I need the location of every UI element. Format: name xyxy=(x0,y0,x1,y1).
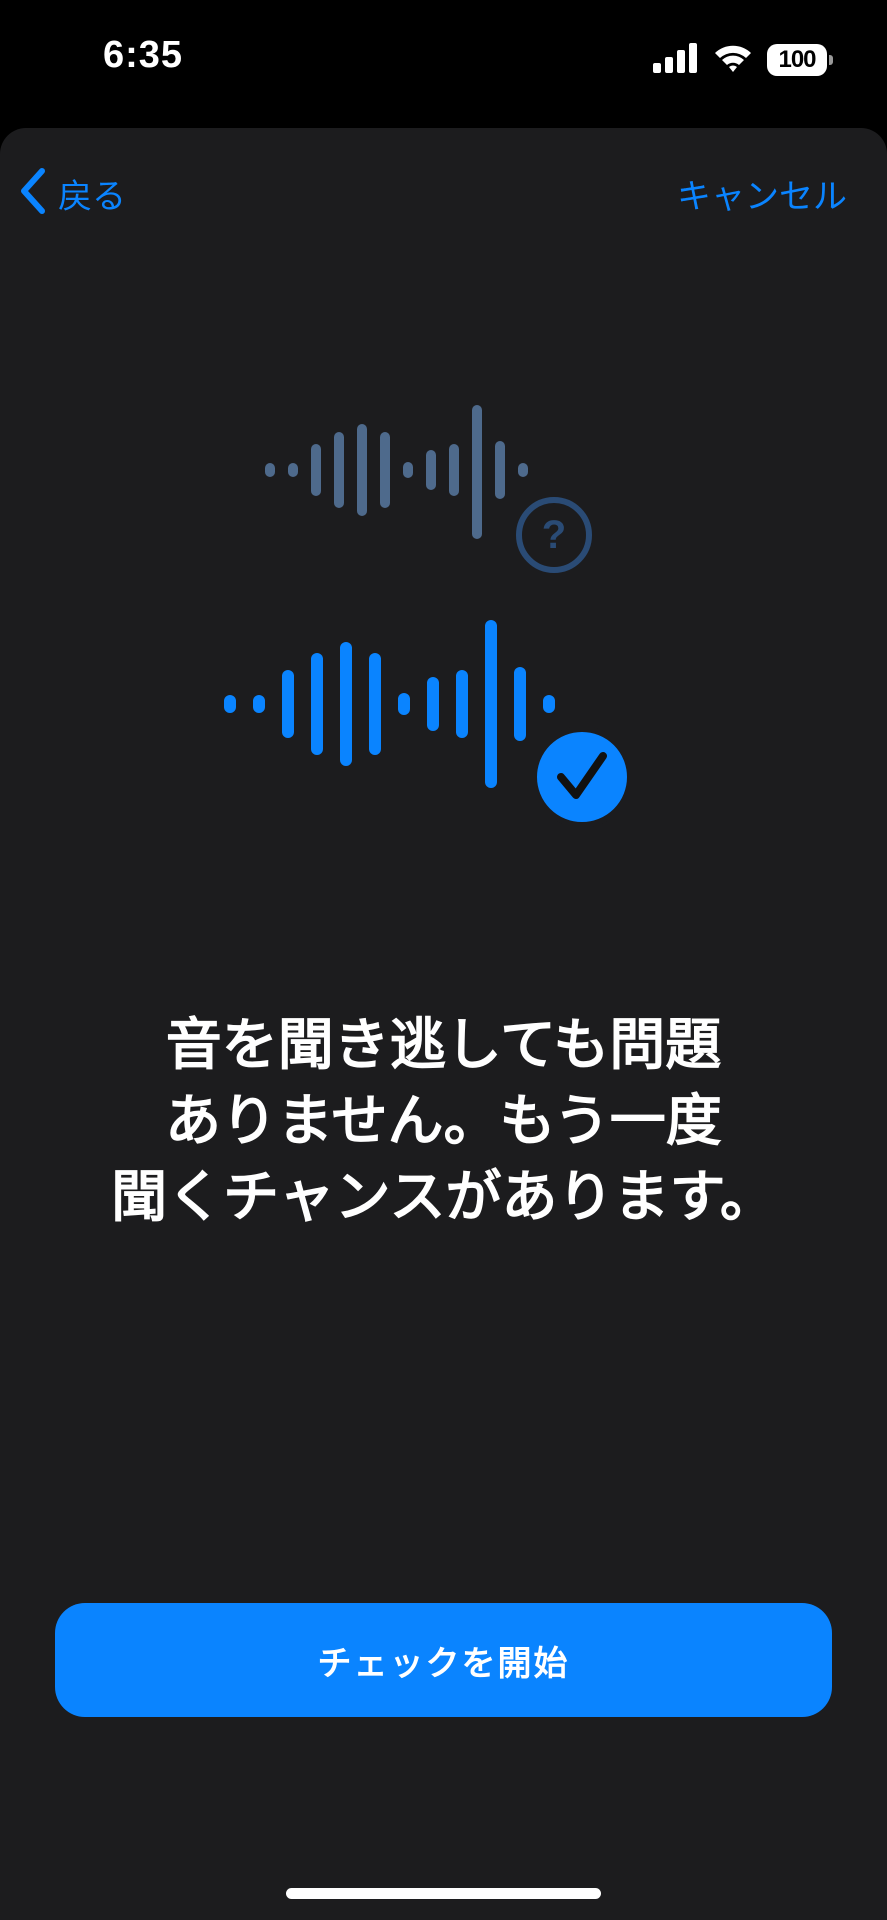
sheet: 戻る キャンセル ? 音を聞き逃しても問題 ありません。もう一度 聞くチャンスが… xyxy=(0,128,887,1920)
svg-text:?: ? xyxy=(542,513,566,557)
start-check-label: チェックを開始 xyxy=(317,1643,570,1684)
headline: 音を聞き逃しても問題 ありません。もう一度 聞くチャンスがあります。 xyxy=(111,1013,776,1230)
status-time: 6:35 xyxy=(103,34,184,76)
status-icons: 100 xyxy=(653,40,833,80)
home-indicator[interactable] xyxy=(286,1888,601,1899)
battery-icon: 100 xyxy=(767,44,833,76)
lower-waveform xyxy=(224,620,555,788)
upper-waveform xyxy=(265,405,528,539)
question-mark-badge: ? xyxy=(516,497,592,573)
status-bar: 6:35 100 xyxy=(0,0,887,128)
cellular-signal-icon xyxy=(653,43,699,77)
battery-level: 100 xyxy=(778,46,816,73)
wifi-icon xyxy=(713,43,753,77)
start-check-button[interactable]: チェックを開始 xyxy=(55,1603,832,1717)
checkmark-badge xyxy=(531,726,633,828)
sound-check-illustration: ? xyxy=(224,405,633,828)
